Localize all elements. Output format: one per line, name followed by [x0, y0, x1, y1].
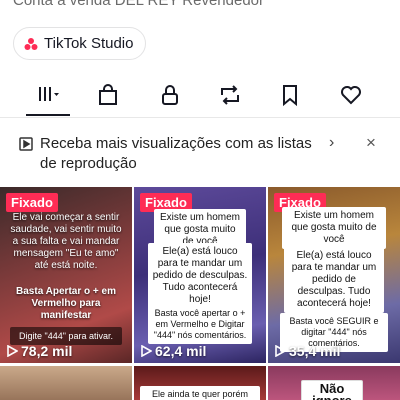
play-icon: [141, 345, 152, 357]
video-thumbnail[interactable]: Fixado Ele vai começar a sentir saudade,…: [0, 187, 132, 363]
video-caption: Ele ainda te quer porém não: [140, 386, 260, 400]
video-caption: Ele vai começar a sentir saudade, vai se…: [10, 212, 122, 271]
playlist-banner[interactable]: Receba mais visualizações com as listas …: [0, 122, 400, 182]
lock-icon: [162, 85, 178, 105]
video-caption: Basta você apertar o + em Vermelho e Dig…: [148, 305, 252, 344]
view-count-value: 62,4 mil: [155, 343, 207, 359]
repost-icon: [221, 85, 239, 105]
video-thumbnail[interactable]: Ele ainda te quer porém não: [134, 366, 266, 400]
banner-text: Receba mais visualizações com as listas …: [40, 135, 312, 172]
tab-liked[interactable]: [331, 78, 371, 112]
tab-videos[interactable]: [28, 78, 68, 112]
video-thumbnail[interactable]: [0, 366, 132, 400]
bookmark-icon: [283, 85, 297, 107]
play-icon: [7, 345, 18, 357]
view-count: 35,4 mil: [274, 343, 340, 359]
view-count: 78,2 mil: [6, 343, 72, 359]
view-count: 62,4 mil: [140, 343, 206, 359]
chevron-right-icon[interactable]: ›: [329, 134, 334, 152]
view-count-value: 78,2 mil: [21, 343, 73, 359]
video-thumbnail[interactable]: Fixado Existe um homem que gosta muito d…: [134, 187, 266, 363]
tab-saved[interactable]: [270, 78, 310, 112]
video-caption: Existe um homem que gosta muito de você: [282, 207, 386, 249]
active-tab-indicator: [26, 114, 70, 116]
grid-icon: [39, 87, 59, 101]
video-thumbnail[interactable]: Fixado Existe um homem que gosta muito d…: [268, 187, 400, 363]
close-icon[interactable]: ×: [366, 133, 376, 153]
tiktok-studio-button[interactable]: TikTok Studio: [13, 27, 147, 60]
play-icon: [275, 345, 286, 357]
video-thumbnail[interactable]: Não ignore: [268, 366, 400, 400]
profile-tabs: [0, 72, 400, 118]
studio-icon: [24, 37, 38, 50]
tab-reposts[interactable]: [210, 78, 250, 112]
view-count-value: 35,4 mil: [289, 343, 341, 359]
video-caption: Ele(a) está louco para te mandar um pedi…: [148, 243, 252, 309]
shopping-bag-icon: [99, 84, 117, 105]
tab-shop[interactable]: [88, 78, 128, 112]
video-caption: Não ignore: [301, 380, 363, 400]
playlist-icon: [19, 137, 33, 151]
video-caption: Ele(a) está louco para te mandar um pedi…: [284, 247, 384, 313]
video-caption: Basta Apertar o + em Vermelho para manif…: [16, 286, 116, 321]
tab-private[interactable]: [150, 78, 190, 112]
tiktok-studio-label: TikTok Studio: [44, 35, 134, 52]
heart-icon: [341, 86, 361, 105]
profile-bio: Conta a venda DEL REY Revendedor: [13, 0, 264, 9]
